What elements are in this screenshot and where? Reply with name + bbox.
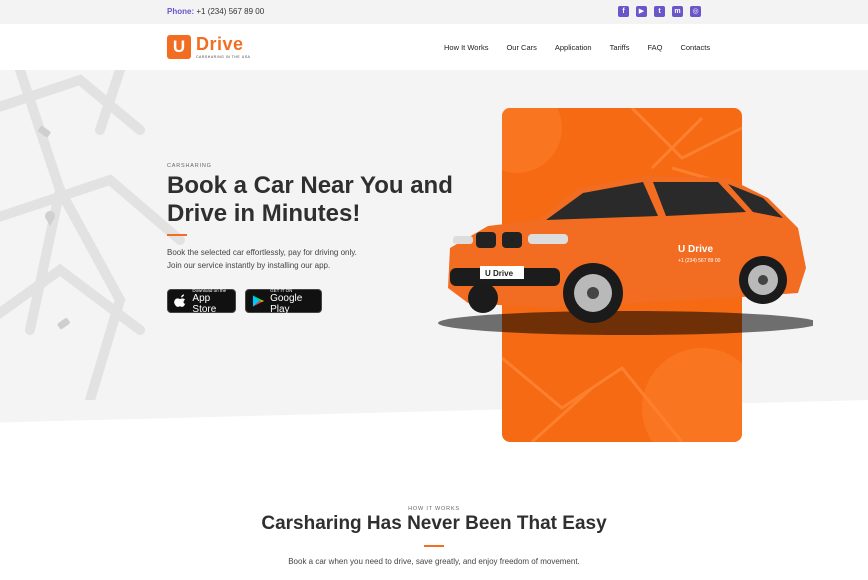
youtube-icon[interactable]: ▶ xyxy=(636,6,647,17)
google-play-icon xyxy=(252,295,265,307)
nav-contacts[interactable]: Contacts xyxy=(680,43,710,52)
google-play-big-text: Google Play xyxy=(270,292,303,315)
app-store-big-text: App Store xyxy=(192,292,217,315)
section-description: Book a car when you need to drive, save … xyxy=(288,557,580,566)
main-nav: How It Works Our Cars Application Tariff… xyxy=(444,43,710,52)
nav-faq[interactable]: FAQ xyxy=(647,43,662,52)
social-links: f ▶ t m ◎ xyxy=(618,6,701,17)
svg-text:+1 (234) 567 89 00: +1 (234) 567 89 00 xyxy=(678,258,721,264)
google-play-button[interactable]: GET IT ON Google Play xyxy=(245,288,322,315)
instagram-icon[interactable]: ◎ xyxy=(690,6,701,17)
logo-word: Drive xyxy=(196,34,244,54)
hero-headline: Book a Car Near You and Drive in Minutes… xyxy=(167,172,453,227)
twitter-icon[interactable]: t xyxy=(654,6,665,17)
nav-how-it-works[interactable]: How It Works xyxy=(444,43,488,52)
hero-kicker: CARSHARING xyxy=(167,163,212,169)
svg-text:U Drive: U Drive xyxy=(485,269,514,278)
hero-description-line-2: Join our service instantly by installing… xyxy=(167,261,331,270)
logo-tagline: CARSHARING IN THE USA xyxy=(196,55,251,59)
phone-contact[interactable]: Phone: +1 (234) 567 89 00 xyxy=(167,7,264,16)
phone-number[interactable]: +1 (234) 567 89 00 xyxy=(196,7,264,16)
site-header: U Drive CARSHARING IN THE USA How It Wor… xyxy=(0,24,868,70)
hero-description: Book the selected car effortlessly, pay … xyxy=(167,246,427,272)
phone-label: Phone: xyxy=(167,7,195,16)
top-bar: Phone: +1 (234) 567 89 00 f ▶ t m ◎ xyxy=(0,0,868,24)
section-title: Carsharing Has Never Been That Easy xyxy=(261,513,607,534)
hero-accent-divider xyxy=(167,234,187,236)
hero-description-line-1: Book the selected car effortlessly, pay … xyxy=(167,248,357,257)
section-kicker: HOW IT WORKS xyxy=(408,506,460,512)
svg-text:U Drive: U Drive xyxy=(678,244,713,255)
section-accent-divider xyxy=(424,545,444,547)
logo-mark: U xyxy=(167,35,191,59)
messenger-icon[interactable]: m xyxy=(672,6,683,17)
nav-tariffs[interactable]: Tariffs xyxy=(610,43,630,52)
nav-application[interactable]: Application xyxy=(555,43,592,52)
facebook-icon[interactable]: f xyxy=(618,6,629,17)
app-store-button[interactable]: Download on the App Store xyxy=(167,288,236,315)
nav-our-cars[interactable]: Our Cars xyxy=(506,43,536,52)
apple-icon xyxy=(174,294,186,307)
logo[interactable]: U Drive CARSHARING IN THE USA xyxy=(167,35,250,59)
